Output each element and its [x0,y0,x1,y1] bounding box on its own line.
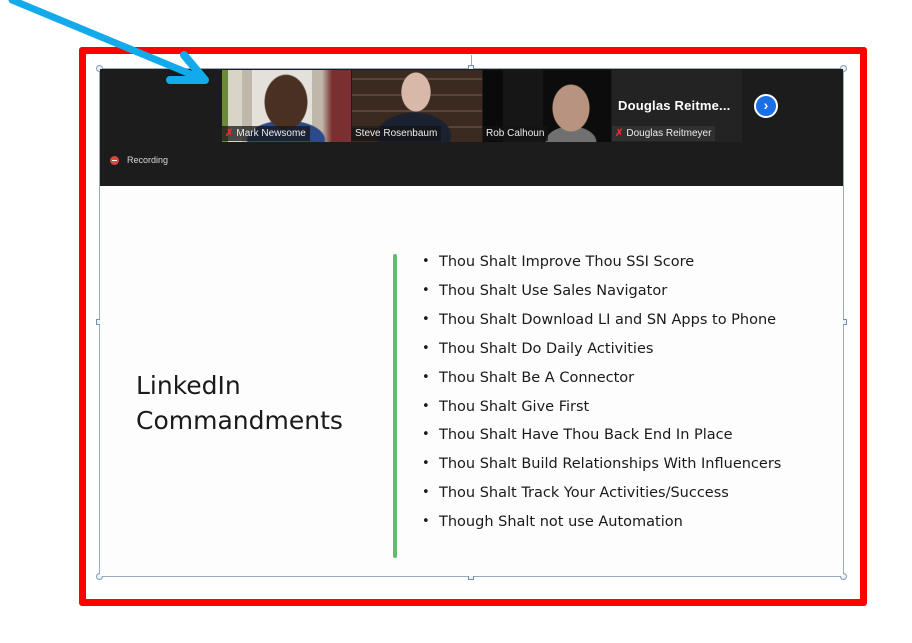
blue-arrow-annotation [8,0,209,84]
arrow-shaft [8,0,204,82]
